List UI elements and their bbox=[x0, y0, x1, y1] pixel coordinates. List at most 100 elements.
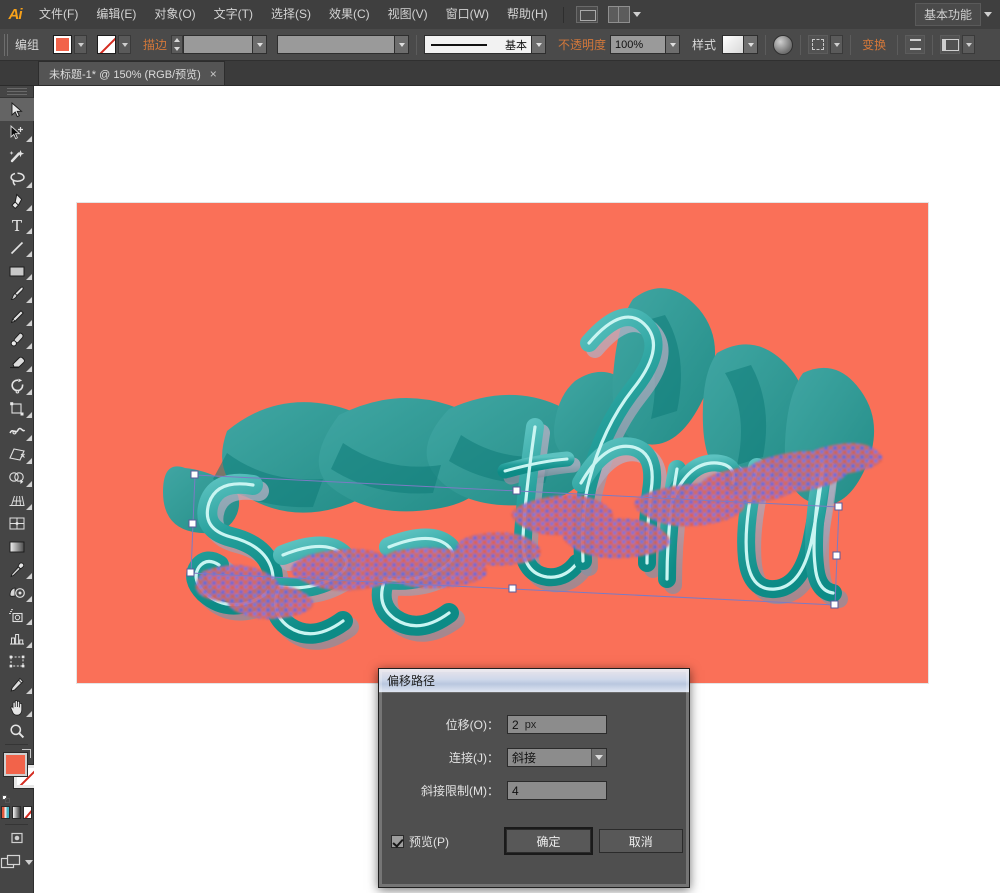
scale-tool[interactable] bbox=[0, 397, 34, 420]
checkbox-checked-icon[interactable] bbox=[391, 834, 404, 848]
toolbar-divider bbox=[5, 744, 28, 745]
menu-edit[interactable]: 编辑(E) bbox=[87, 0, 145, 29]
pen-tool[interactable] bbox=[0, 190, 34, 213]
dialog-title-bar[interactable]: 偏移路径 bbox=[379, 669, 689, 693]
color-button[interactable] bbox=[1, 806, 10, 819]
align-icon[interactable] bbox=[905, 35, 926, 54]
menu-type[interactable]: 文字(T) bbox=[205, 0, 262, 29]
mesh-tool[interactable] bbox=[0, 512, 34, 535]
stroke-weight-dropdown-icon[interactable] bbox=[253, 35, 268, 54]
none-button[interactable] bbox=[23, 806, 32, 819]
menu-select[interactable]: 选择(S) bbox=[262, 0, 320, 29]
menu-view[interactable]: 视图(V) bbox=[379, 0, 437, 29]
variable-width-profile-input[interactable] bbox=[277, 35, 396, 54]
eyedropper-tool[interactable] bbox=[0, 558, 34, 581]
graphic-style-swatch[interactable] bbox=[722, 35, 745, 54]
arrange-documents-button[interactable] bbox=[607, 6, 641, 23]
select-similar-icon[interactable] bbox=[808, 35, 829, 54]
transform-label[interactable]: 变换 bbox=[862, 36, 886, 53]
opacity-control[interactable]: 100% bbox=[610, 35, 681, 54]
paintbrush-tool[interactable] bbox=[0, 282, 34, 305]
tool-flyout-icon bbox=[26, 688, 32, 694]
tool-flyout-icon bbox=[26, 642, 32, 648]
offset-path-dialog[interactable]: 偏移路径 位移(O)： 2 px 连接(J)： 斜接 斜接限制(M)： 4 预览… bbox=[378, 668, 690, 888]
toolbar-fill-swatch[interactable] bbox=[3, 752, 28, 777]
arrange-documents-icon bbox=[607, 6, 630, 23]
selection-tool[interactable] bbox=[0, 98, 34, 121]
fill-swatch[interactable] bbox=[53, 35, 73, 54]
blend-tool[interactable] bbox=[0, 581, 34, 604]
close-icon[interactable]: × bbox=[210, 68, 217, 80]
brush-definition-control[interactable]: 基本 bbox=[424, 35, 547, 54]
artwork-see-thru[interactable] bbox=[77, 203, 928, 683]
menu-file[interactable]: 文件(F) bbox=[30, 0, 87, 29]
opacity-label[interactable]: 不透明度 bbox=[558, 36, 606, 53]
offset-input[interactable]: 2 px bbox=[507, 715, 607, 734]
panel-options-dropdown-icon[interactable] bbox=[962, 35, 976, 54]
brush-definition-dropdown-icon[interactable] bbox=[532, 35, 547, 54]
artboard[interactable] bbox=[77, 203, 928, 683]
stroke-label[interactable]: 描边 bbox=[143, 36, 167, 53]
free-transform-tool[interactable] bbox=[0, 443, 34, 466]
miter-limit-input[interactable]: 4 bbox=[507, 781, 607, 800]
join-select[interactable]: 斜接 bbox=[507, 748, 607, 767]
fill-color-control[interactable] bbox=[53, 35, 88, 54]
default-fill-stroke-icon[interactable] bbox=[2, 795, 10, 803]
gradient-button[interactable] bbox=[12, 806, 21, 819]
width-tool[interactable] bbox=[0, 420, 34, 443]
opacity-input[interactable]: 100% bbox=[610, 35, 667, 54]
rotate-tool[interactable] bbox=[0, 374, 34, 397]
menu-window[interactable]: 窗口(W) bbox=[437, 0, 498, 29]
lasso-tool[interactable] bbox=[0, 167, 34, 190]
cancel-button[interactable]: 取消 bbox=[598, 829, 683, 853]
tools-panel-grip[interactable] bbox=[0, 86, 33, 98]
stroke-dropdown-icon[interactable] bbox=[118, 35, 132, 54]
column-graph-tool[interactable] bbox=[0, 627, 34, 650]
control-bar-grip[interactable] bbox=[4, 33, 10, 56]
graphic-style-dropdown-icon[interactable] bbox=[744, 35, 759, 54]
zoom-tool[interactable] bbox=[0, 719, 34, 742]
pencil-tool[interactable] bbox=[0, 305, 34, 328]
rectangle-tool[interactable] bbox=[0, 259, 34, 282]
brush-definition-value[interactable]: 基本 bbox=[424, 35, 533, 54]
stroke-weight-input[interactable] bbox=[183, 35, 254, 54]
stroke-profile-control[interactable] bbox=[277, 35, 410, 54]
line-segment-tool[interactable] bbox=[0, 236, 34, 259]
artboard-tool[interactable] bbox=[0, 650, 34, 673]
slice-tool[interactable] bbox=[0, 673, 34, 696]
perspective-grid-tool[interactable] bbox=[0, 489, 34, 512]
screen-mode-button[interactable] bbox=[0, 849, 33, 875]
eraser-tool[interactable] bbox=[0, 351, 34, 374]
magic-wand-tool[interactable] bbox=[0, 144, 34, 167]
drawing-modes-button[interactable] bbox=[0, 827, 33, 849]
stroke-weight-stepper[interactable] bbox=[171, 35, 184, 54]
panel-options-control[interactable] bbox=[940, 35, 976, 54]
type-tool[interactable]: T bbox=[0, 213, 34, 236]
preview-checkbox[interactable]: 预览(P) bbox=[391, 833, 498, 850]
recolor-artwork-icon[interactable] bbox=[773, 34, 794, 55]
symbol-sprayer-tool[interactable] bbox=[0, 604, 34, 627]
ok-button[interactable]: 确定 bbox=[506, 829, 591, 853]
workspace-switcher[interactable]: 基本功能 bbox=[914, 3, 992, 26]
chevron-down-icon[interactable] bbox=[591, 749, 606, 766]
hand-tool[interactable] bbox=[0, 696, 34, 719]
gradient-tool[interactable] bbox=[0, 535, 34, 558]
direct-selection-tool[interactable] bbox=[0, 121, 34, 144]
opacity-dropdown-icon[interactable] bbox=[666, 35, 681, 54]
variable-width-profile-dropdown-icon[interactable] bbox=[395, 35, 410, 54]
blob-brush-tool[interactable] bbox=[0, 328, 34, 351]
fill-dropdown-icon[interactable] bbox=[74, 35, 88, 54]
select-similar-dropdown-icon[interactable] bbox=[830, 35, 844, 54]
stroke-color-control[interactable] bbox=[97, 35, 132, 54]
menu-help[interactable]: 帮助(H) bbox=[498, 0, 557, 29]
bridge-icon[interactable] bbox=[575, 6, 598, 23]
panel-options-icon[interactable] bbox=[940, 35, 961, 54]
graphic-style-control[interactable] bbox=[722, 35, 759, 54]
menu-object[interactable]: 对象(O) bbox=[145, 0, 204, 29]
stroke-swatch[interactable] bbox=[97, 35, 117, 54]
shape-builder-tool[interactable] bbox=[0, 466, 34, 489]
menu-effect[interactable]: 效果(C) bbox=[320, 0, 379, 29]
document-tab[interactable]: 未标题-1* @ 150% (RGB/预览) × bbox=[38, 61, 225, 85]
select-similar-control[interactable] bbox=[808, 35, 844, 54]
style-label[interactable]: 样式 bbox=[692, 36, 716, 53]
